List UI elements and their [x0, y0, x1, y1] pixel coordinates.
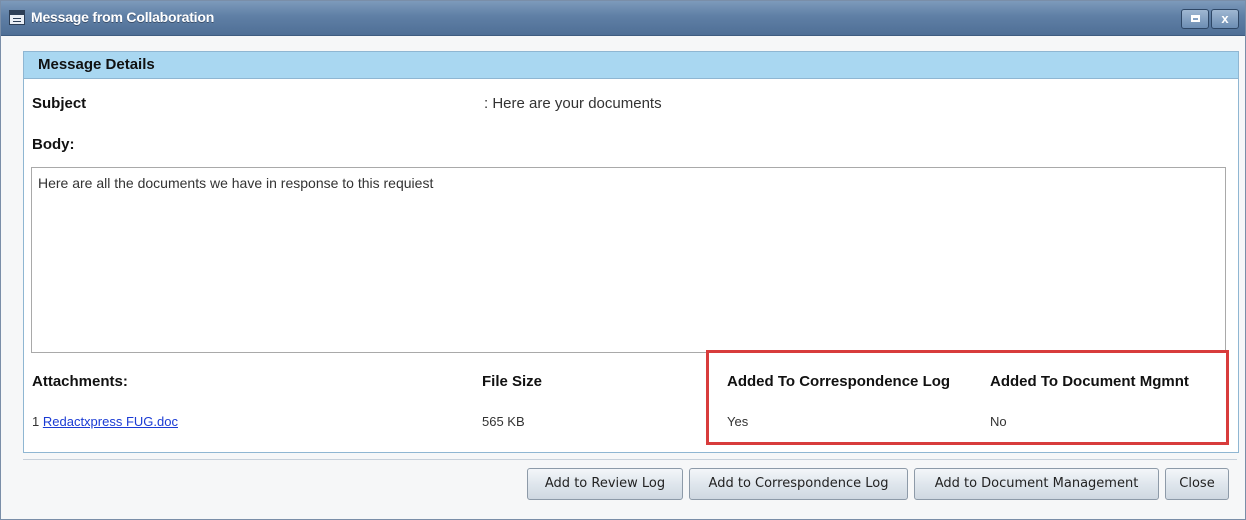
document-mgmt-header: Added To Document Mgmnt	[990, 373, 1189, 390]
attachment-name-cell: 1 Redactxpress FUG.doc	[32, 414, 178, 429]
window-title: Message from Collaboration	[31, 9, 215, 25]
add-to-correspondence-log-button[interactable]: Add to Correspondence Log	[689, 468, 908, 500]
attachment-index: 1	[32, 414, 40, 429]
add-to-review-log-button[interactable]: Add to Review Log	[527, 468, 683, 500]
attachment-link[interactable]: Redactxpress FUG.doc	[43, 414, 178, 429]
maximize-icon	[1191, 15, 1200, 22]
window-titlebar[interactable]: Message from Collaboration x	[1, 1, 1245, 36]
correspondence-log-header: Added To Correspondence Log	[727, 373, 951, 390]
maximize-button[interactable]	[1181, 9, 1209, 29]
subject-label: Subject	[32, 95, 87, 112]
highlight-box	[706, 350, 1229, 445]
correspondence-log-cell: Yes	[727, 414, 749, 429]
subject-value: : Here are your documents	[484, 95, 662, 112]
message-details-panel: Message Details Subject : Here are your …	[23, 51, 1239, 453]
message-window: Message from Collaboration x Message Det…	[0, 0, 1246, 520]
section-header: Message Details	[24, 52, 1238, 79]
document-mgmt-cell: No	[990, 414, 1007, 429]
file-size-header: File Size	[482, 373, 543, 390]
button-bar: Add to Review Log Add to Correspondence …	[1, 463, 1245, 511]
body-label: Body:	[32, 136, 75, 153]
footer-divider	[23, 459, 1237, 460]
attachments-header: Attachments:	[32, 373, 128, 390]
close-icon: x	[1221, 11, 1229, 26]
close-window-button[interactable]: x	[1211, 9, 1239, 29]
body-text: Here are all the documents we have in re…	[38, 175, 434, 191]
window-controls: x	[1181, 9, 1239, 29]
close-button[interactable]: Close	[1165, 468, 1229, 500]
document-list-icon	[9, 10, 25, 25]
body-textarea[interactable]: Here are all the documents we have in re…	[31, 167, 1226, 353]
add-to-document-management-button[interactable]: Add to Document Management	[914, 468, 1159, 500]
file-size-cell: 565 KB	[482, 414, 525, 429]
